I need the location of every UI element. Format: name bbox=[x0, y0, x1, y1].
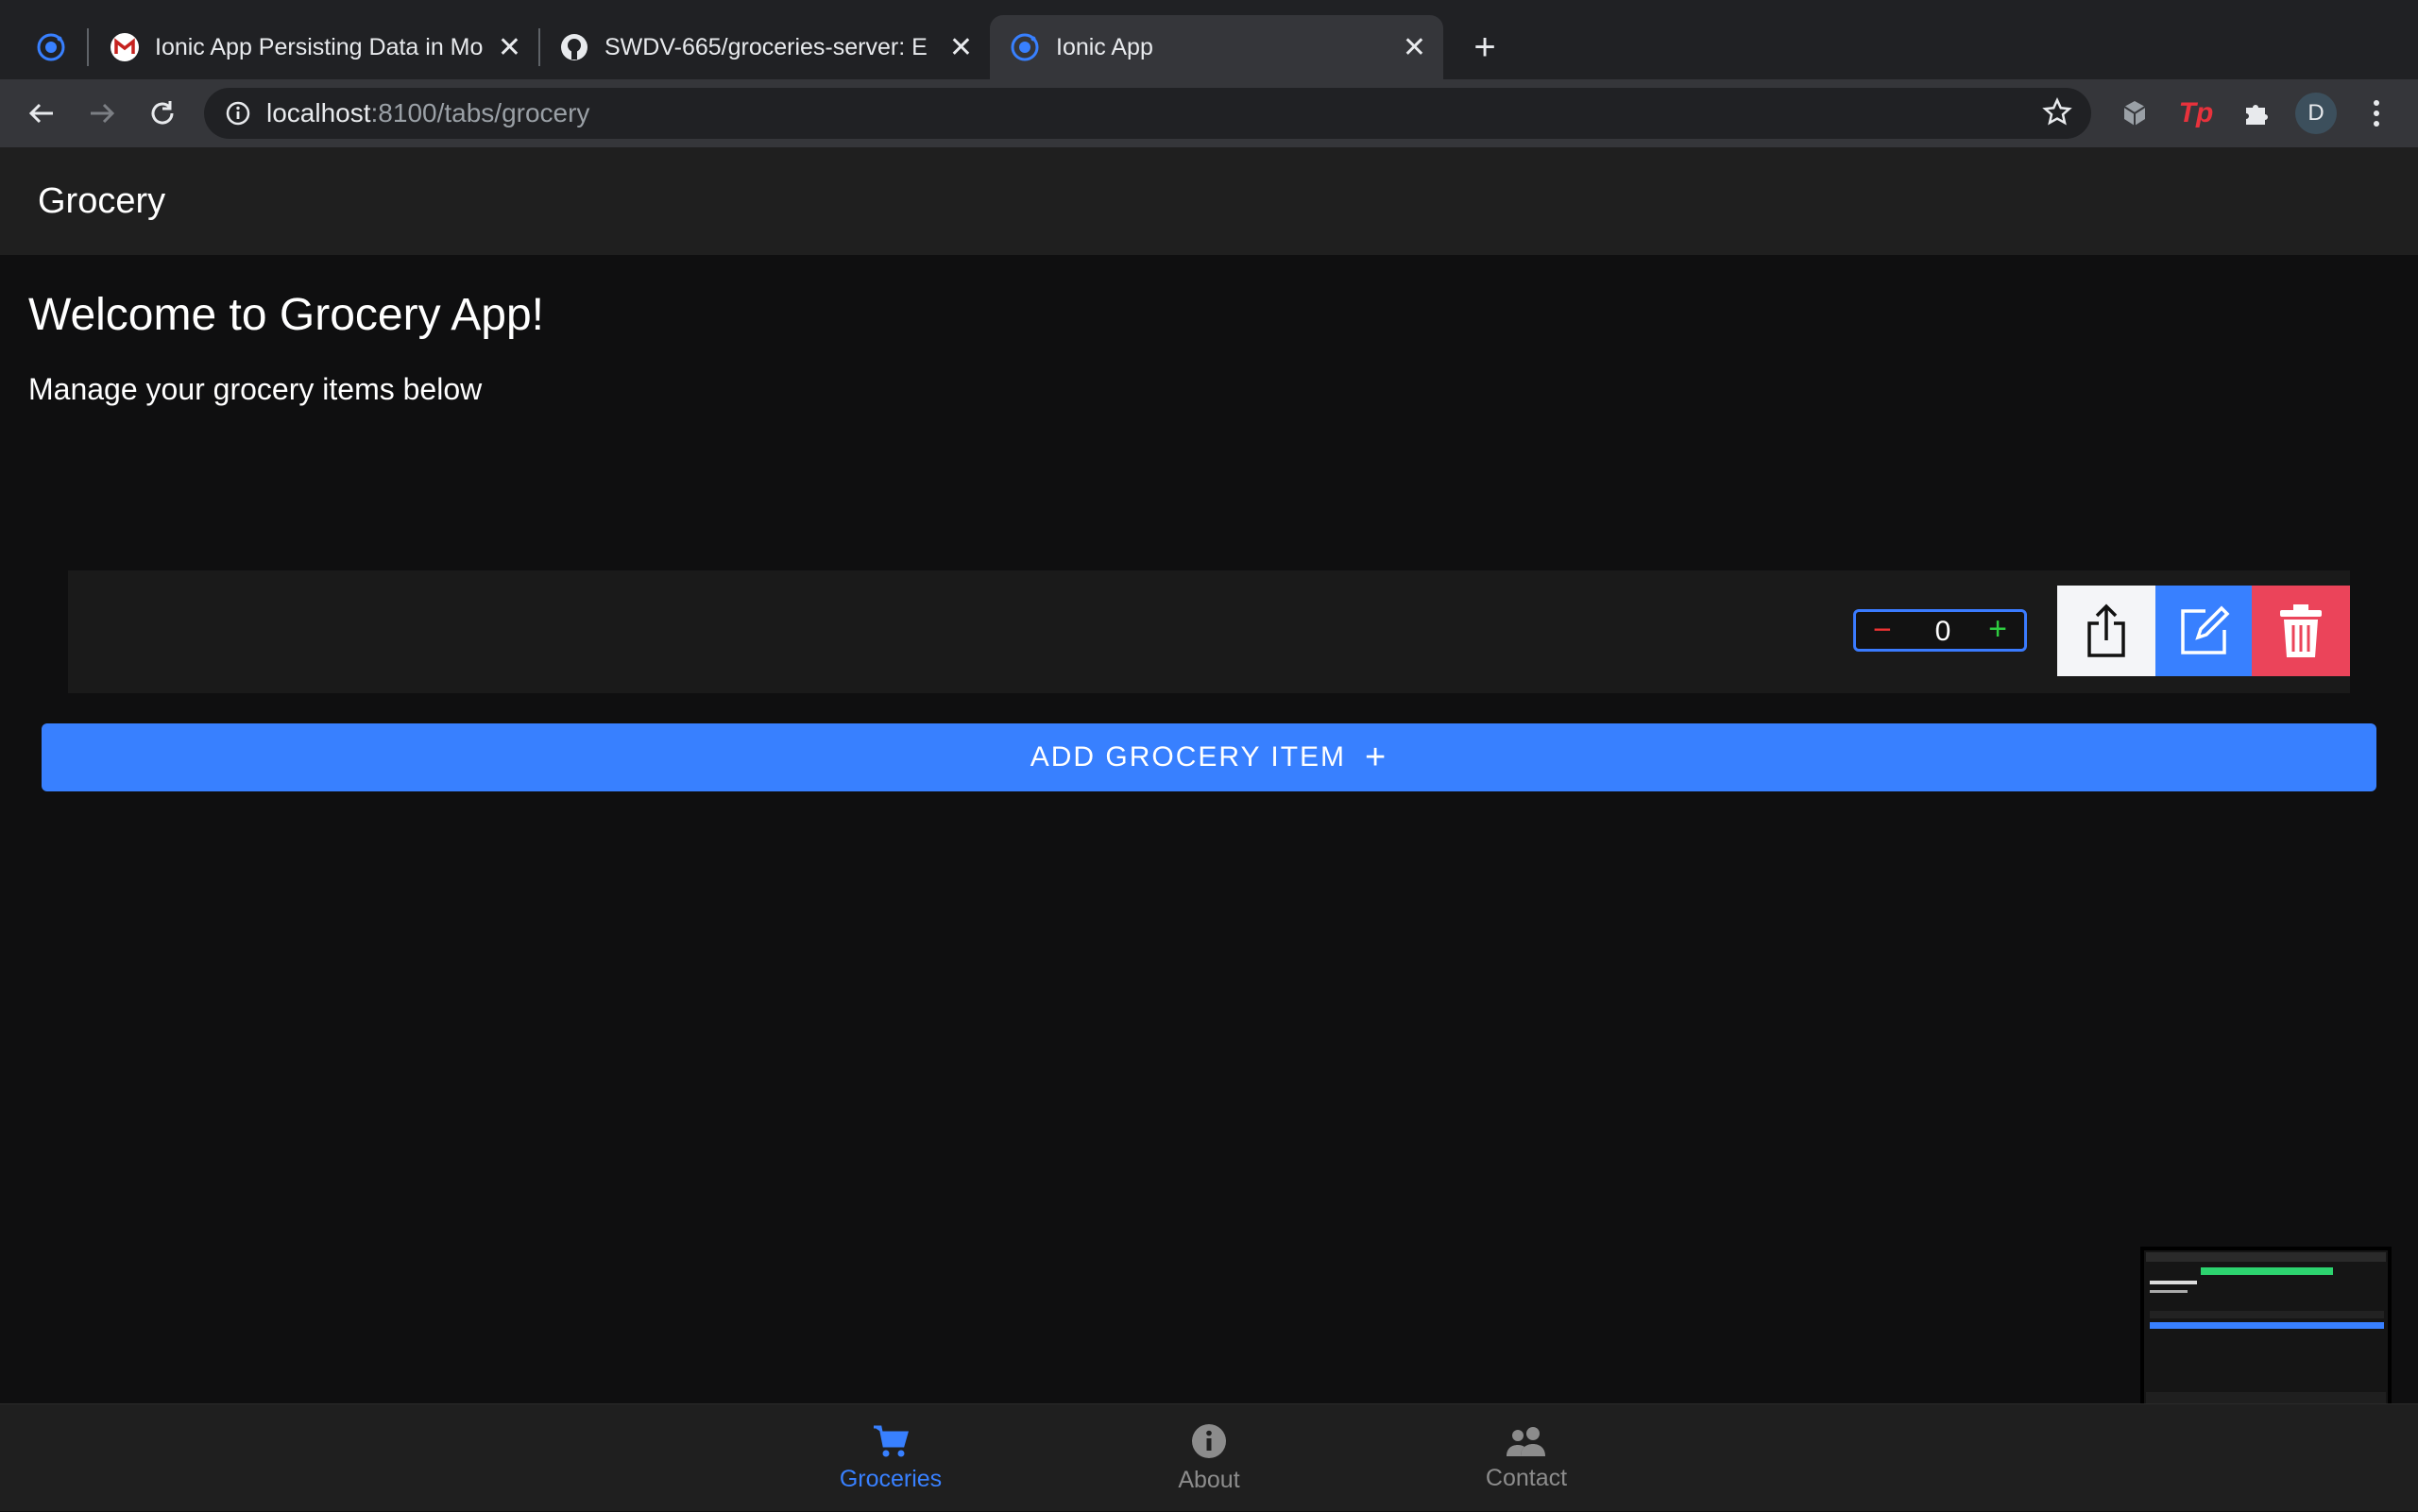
profile-avatar[interactable]: D bbox=[2295, 93, 2337, 134]
add-grocery-item-button[interactable]: ADD GROCERY ITEM + bbox=[42, 723, 2376, 791]
tab-title: SWDV-665/groceries-server: E bbox=[604, 33, 928, 60]
puzzle-extensions-icon[interactable] bbox=[2235, 93, 2276, 134]
share-button[interactable] bbox=[2057, 586, 2155, 676]
kebab-menu-icon[interactable] bbox=[2356, 93, 2397, 134]
screenshot-thumbnail[interactable] bbox=[2140, 1247, 2392, 1409]
close-icon[interactable]: ✕ bbox=[949, 31, 973, 64]
tab-label: About bbox=[1178, 1466, 1240, 1493]
tab-about[interactable]: About bbox=[1086, 1404, 1332, 1512]
reload-icon[interactable] bbox=[142, 93, 183, 134]
cube-extension-icon[interactable] bbox=[2114, 93, 2155, 134]
url-host: localhost bbox=[266, 98, 371, 127]
browser-toolbar: localhost :8100/tabs/grocery Tp D bbox=[0, 79, 2418, 147]
browser-tab-3-active[interactable]: Ionic App ✕ bbox=[990, 15, 1443, 79]
app-header: Grocery bbox=[0, 147, 2418, 255]
gmail-icon bbox=[110, 32, 140, 62]
close-icon[interactable]: ✕ bbox=[498, 31, 521, 64]
tab-contact[interactable]: Contact bbox=[1404, 1404, 1649, 1512]
add-icon: + bbox=[1365, 737, 1388, 777]
increment-button[interactable]: + bbox=[1988, 612, 2007, 646]
browser-tab-strip: Ionic App Persisting Data in Mo ✕ SWDV-6… bbox=[0, 0, 2418, 79]
edit-icon bbox=[2177, 603, 2232, 658]
delete-button[interactable] bbox=[2252, 586, 2350, 676]
ionic-icon bbox=[1009, 31, 1041, 63]
tab-label: Contact bbox=[1485, 1464, 1568, 1491]
tab-title: Ionic App Persisting Data in Mo bbox=[155, 33, 484, 60]
browser-tab-1[interactable]: Ionic App Persisting Data in Mo ✕ bbox=[94, 15, 538, 79]
forward-arrow-icon[interactable] bbox=[81, 93, 123, 134]
tab-title: Ionic App bbox=[1056, 33, 1153, 60]
url-path: :8100/tabs/grocery bbox=[370, 98, 590, 127]
cart-icon bbox=[872, 1424, 910, 1458]
trash-icon bbox=[2278, 603, 2324, 659]
new-tab-icon[interactable]: + bbox=[1466, 25, 1504, 70]
profile-initial: D bbox=[2307, 100, 2324, 126]
thumbnail-add-button bbox=[2150, 1322, 2384, 1329]
bottom-tab-bar: Groceries About Contact bbox=[0, 1403, 2418, 1511]
welcome-heading: Welcome to Grocery App! bbox=[28, 290, 544, 340]
tp-extension-icon[interactable]: Tp bbox=[2172, 93, 2220, 134]
add-button-label: ADD GROCERY ITEM bbox=[1030, 741, 1347, 773]
address-bar[interactable]: localhost :8100/tabs/grocery bbox=[204, 88, 2091, 139]
thumbnail-list-item bbox=[2150, 1311, 2384, 1318]
tab-groceries[interactable]: Groceries bbox=[768, 1404, 1013, 1512]
browser-tab-2[interactable]: SWDV-665/groceries-server: E ✕ bbox=[546, 15, 990, 79]
people-icon bbox=[1506, 1425, 1547, 1457]
thumbnail-subtitle bbox=[2150, 1290, 2188, 1293]
thumbnail-green-banner bbox=[2201, 1267, 2333, 1275]
close-icon[interactable]: ✕ bbox=[1403, 31, 1426, 64]
welcome-subtitle: Manage your grocery items below bbox=[28, 372, 483, 406]
ionic-pinned-tab-icon[interactable] bbox=[28, 28, 74, 66]
info-icon bbox=[1191, 1423, 1227, 1459]
thumbnail-tab-bar bbox=[2146, 1392, 2386, 1403]
quantity-stepper[interactable]: − 0 + bbox=[1853, 609, 2027, 652]
thumbnail-heading bbox=[2150, 1281, 2197, 1284]
tab-separator bbox=[87, 28, 89, 66]
share-icon bbox=[2082, 603, 2131, 659]
info-icon[interactable] bbox=[225, 100, 251, 127]
edit-button[interactable] bbox=[2155, 586, 2254, 676]
tp-extension-label: Tp bbox=[2178, 97, 2214, 128]
thumbnail-header bbox=[2146, 1252, 2386, 1262]
tab-separator bbox=[538, 28, 540, 66]
back-arrow-icon[interactable] bbox=[21, 93, 62, 134]
tab-label: Groceries bbox=[839, 1465, 943, 1492]
page-title: Grocery bbox=[38, 181, 166, 221]
bookmark-star-icon[interactable] bbox=[2042, 97, 2072, 127]
github-icon bbox=[559, 32, 589, 62]
